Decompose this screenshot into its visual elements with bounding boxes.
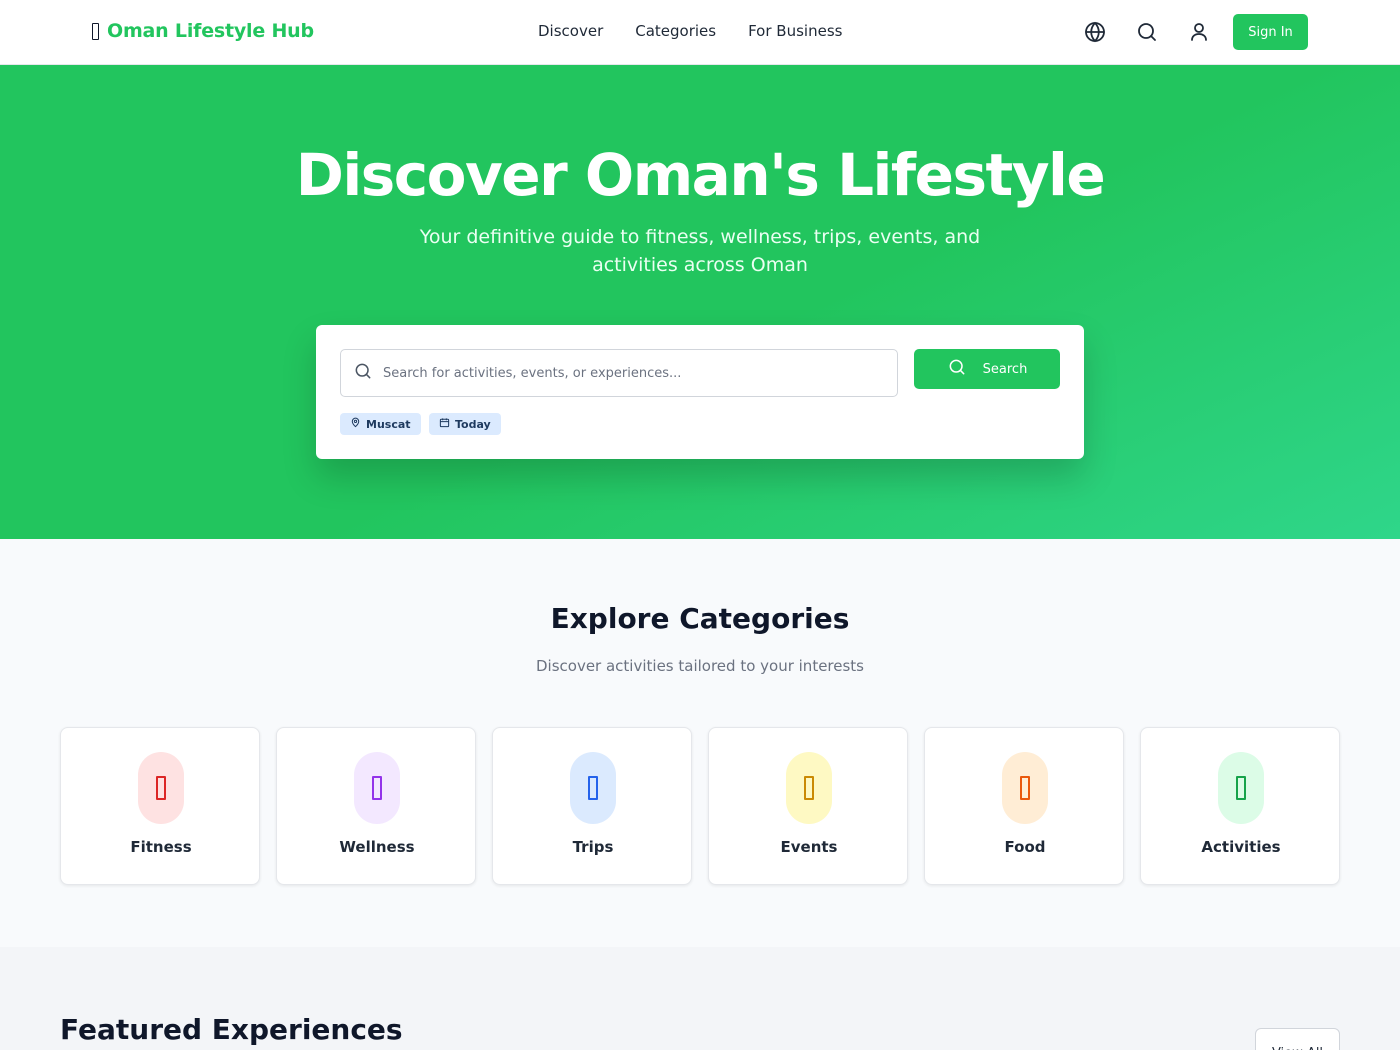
trips-icon <box>570 752 616 824</box>
category-label: Food <box>1004 838 1046 856</box>
site-header: Oman Lifestyle Hub Discover Categories F… <box>0 0 1400 65</box>
activities-icon <box>1218 752 1264 824</box>
search-icon[interactable] <box>1135 20 1159 44</box>
nav-discover[interactable]: Discover <box>538 22 603 40</box>
category-label: Trips <box>572 838 614 856</box>
globe-icon[interactable] <box>1083 20 1107 44</box>
nav-for-business[interactable]: For Business <box>748 22 842 40</box>
map-pin-icon <box>350 417 361 431</box>
search-icon <box>947 357 967 381</box>
search-field[interactable] <box>340 349 898 397</box>
category-card-fitness[interactable]: Fitness <box>60 727 260 885</box>
hero-section: Discover Oman's Lifestyle Your definitiv… <box>0 65 1400 539</box>
date-chip[interactable]: Today <box>429 413 501 435</box>
category-card-activities[interactable]: Activities <box>1140 727 1340 885</box>
nav-categories[interactable]: Categories <box>635 22 716 40</box>
sign-in-button[interactable]: Sign In <box>1233 14 1308 50</box>
events-icon <box>786 752 832 824</box>
category-card-food[interactable]: Food <box>924 727 1124 885</box>
search-button-label: Search <box>982 361 1028 377</box>
food-icon <box>1002 752 1048 824</box>
search-button[interactable]: Search <box>914 349 1060 389</box>
fitness-icon <box>138 752 184 824</box>
location-chip-label: Muscat <box>366 417 411 431</box>
brand-name: Oman Lifestyle Hub <box>107 20 314 42</box>
category-card-wellness[interactable]: Wellness <box>276 727 476 885</box>
category-card-events[interactable]: Events <box>708 727 908 885</box>
category-label: Events <box>780 838 838 856</box>
category-label: Activities <box>1201 838 1281 856</box>
date-chip-label: Today <box>455 417 491 431</box>
calendar-icon <box>439 417 450 431</box>
search-card: Search Muscat Today <box>316 325 1084 459</box>
brand-logo[interactable]: Oman Lifestyle Hub <box>92 20 314 42</box>
featured-title: Featured Experiences <box>60 1013 403 1046</box>
wellness-icon <box>354 752 400 824</box>
hero-title: Discover Oman's Lifestyle <box>295 141 1106 209</box>
user-icon[interactable] <box>1187 20 1211 44</box>
hero-subtitle: Your definitive guide to fitness, wellne… <box>419 226 981 276</box>
category-label: Fitness <box>130 838 192 856</box>
location-chip[interactable]: Muscat <box>340 413 421 435</box>
main-nav: Discover Categories For Business <box>538 22 842 40</box>
category-label: Wellness <box>339 838 415 856</box>
search-icon <box>353 361 373 385</box>
category-card-trips[interactable]: Trips <box>492 727 692 885</box>
search-input[interactable] <box>383 365 863 381</box>
view-all-button[interactable]: View All <box>1255 1028 1340 1050</box>
brand-icon <box>92 22 99 40</box>
categories-title: Explore Categories <box>550 602 850 635</box>
categories-subtitle: Discover activities tailored to your int… <box>535 657 864 675</box>
